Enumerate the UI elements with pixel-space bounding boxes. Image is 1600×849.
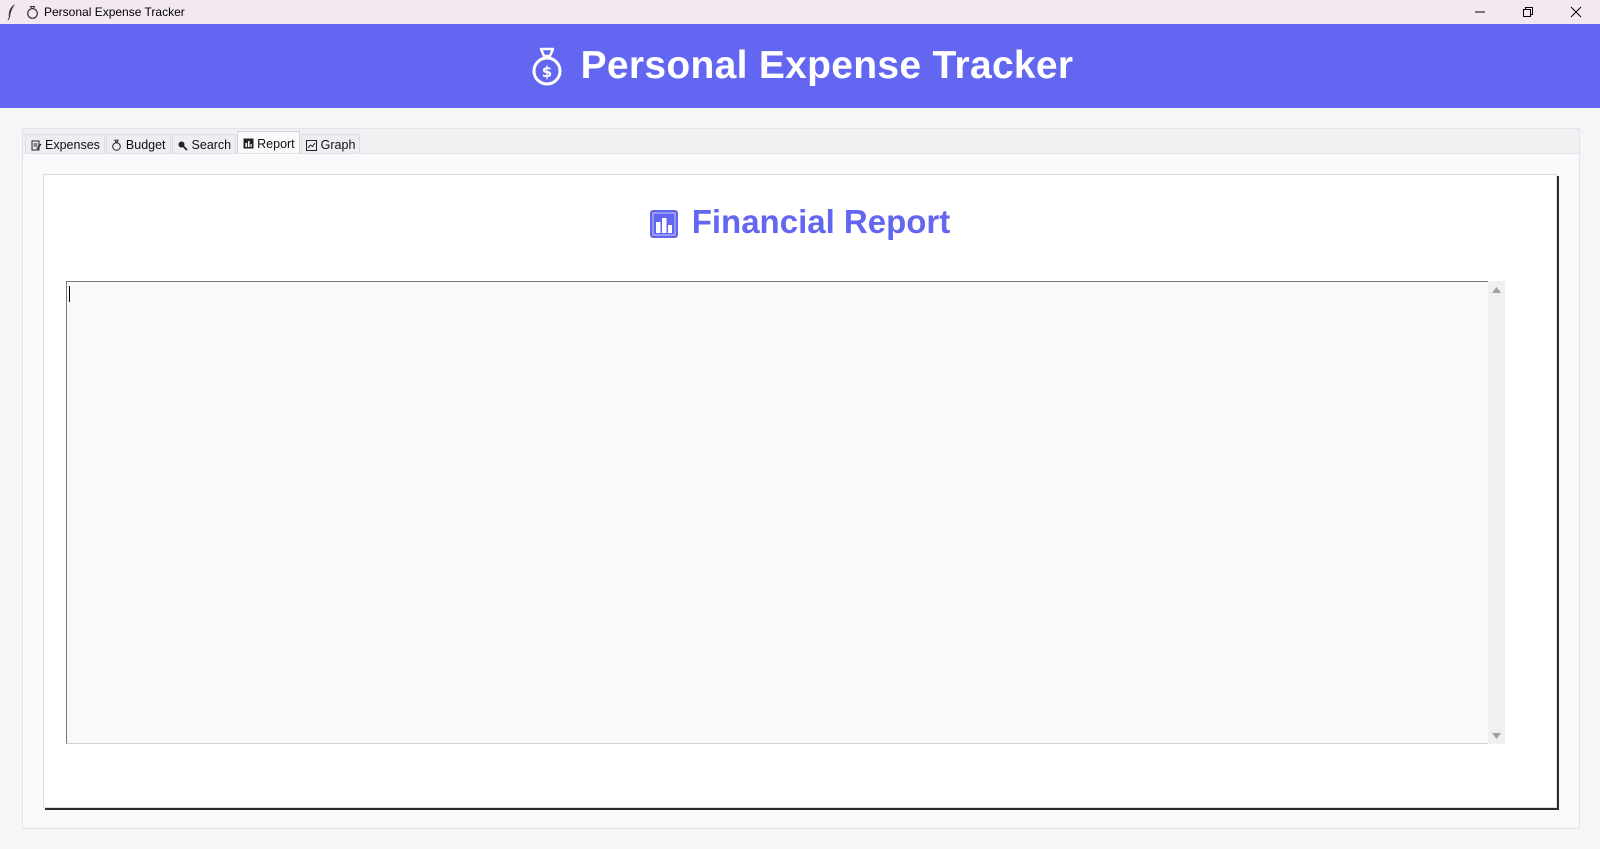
- main-notebook: Expenses Budget Search Report Graph Fina…: [22, 128, 1580, 829]
- minimize-icon: [1475, 11, 1485, 13]
- tab-label: Budget: [125, 138, 166, 152]
- money-bag-icon: $: [527, 44, 567, 88]
- tab-label: Report: [257, 136, 295, 151]
- window-titlebar: Personal Expense Tracker: [0, 0, 1600, 24]
- restore-icon: [1523, 7, 1533, 17]
- scroll-down-button[interactable]: [1488, 727, 1505, 744]
- close-button[interactable]: [1552, 0, 1600, 24]
- tab-report[interactable]: Report: [237, 131, 300, 155]
- money-bag-icon: [24, 4, 40, 20]
- tab-label: Expenses: [45, 138, 100, 152]
- restore-button[interactable]: [1504, 0, 1552, 24]
- memo-icon: [30, 139, 42, 151]
- arrow-down-icon: [1492, 732, 1501, 739]
- magnifier-icon: [177, 139, 189, 151]
- scroll-up-button[interactable]: [1488, 281, 1505, 298]
- minimize-button[interactable]: [1456, 0, 1504, 24]
- report-tab-page: Financial Report: [23, 153, 1579, 828]
- tab-search[interactable]: Search: [171, 134, 237, 155]
- feather-icon: [4, 4, 20, 20]
- app-header: $ Personal Expense Tracker: [0, 24, 1600, 108]
- report-text-area[interactable]: [66, 281, 1488, 744]
- arrow-up-icon: [1492, 286, 1501, 293]
- app-title: Personal Expense Tracker: [580, 44, 1074, 87]
- tab-bar: Expenses Budget Search Report Graph: [25, 131, 361, 155]
- tab-expenses[interactable]: Expenses: [25, 134, 105, 155]
- tab-budget[interactable]: Budget: [105, 134, 171, 155]
- text-caret: [69, 286, 70, 302]
- report-heading: Financial Report: [44, 203, 1556, 241]
- report-card: Financial Report: [43, 174, 1557, 808]
- tab-graph[interactable]: Graph: [300, 134, 361, 155]
- bar-chart-icon: [649, 210, 678, 238]
- bar-chart-icon: [242, 138, 254, 150]
- money-bag-icon: [111, 139, 123, 151]
- chart-icon: [306, 139, 318, 151]
- vertical-scrollbar[interactable]: [1488, 281, 1505, 744]
- close-icon: [1570, 6, 1582, 18]
- window-title: Personal Expense Tracker: [44, 5, 185, 19]
- tab-label: Search: [191, 138, 232, 152]
- report-title: Financial Report: [691, 203, 951, 240]
- tab-label: Graph: [320, 138, 356, 152]
- svg-text:$: $: [541, 63, 551, 81]
